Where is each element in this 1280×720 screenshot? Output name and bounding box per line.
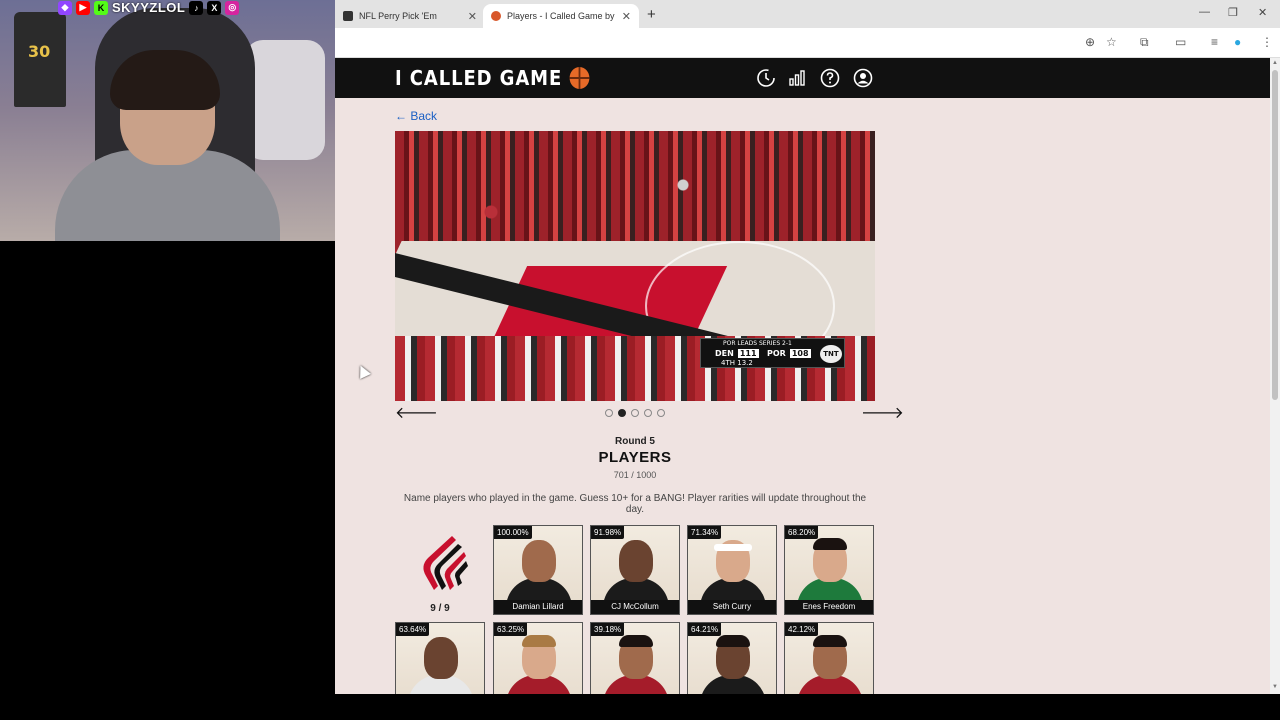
tab-strip: NFL Perry Pick 'Em ✕ Players - I Called … <box>335 0 1280 28</box>
game-clock: 4TH 13.2 <box>721 359 753 367</box>
player-name: CJ McCollum <box>591 600 679 614</box>
player-card[interactable]: 68.20% Enes Freedom <box>784 525 874 615</box>
series-status: POR LEADS SERIES 2-1 <box>723 340 792 347</box>
carousel-dots <box>605 409 665 417</box>
restore-icon[interactable]: ❐ <box>1228 6 1238 19</box>
stats-icon[interactable] <box>787 68 807 88</box>
tiktok-icon: ♪ <box>189 0 204 15</box>
prev-arrow-icon[interactable]: 🡐 <box>395 402 438 423</box>
menu-icon[interactable]: ⋮ <box>1261 35 1273 49</box>
next-arrow-icon[interactable]: 🡒 <box>861 402 904 423</box>
player-card[interactable]: 71.34% Seth Curry <box>687 525 777 615</box>
carousel-dot[interactable] <box>644 409 652 417</box>
kick-icon: K <box>94 0 108 15</box>
rarity-badge: 71.34% <box>688 526 722 539</box>
rarity-badge: 63.25% <box>494 623 528 636</box>
rarity-badge: 91.98% <box>591 526 625 539</box>
player-name: Enes Freedom <box>785 600 873 614</box>
social-bar: ◆ ▶ K SKYYZLOL ♪ X ◎ <box>58 0 240 15</box>
logo-text: I CALLED GAME <box>395 66 563 90</box>
page-scrollbar[interactable]: ▲ ▼ <box>1270 58 1280 694</box>
toolbar: ⊕ ☆ ⧉ ▭ ≡ ● ⋮ <box>335 28 1280 58</box>
close-window-icon[interactable]: ✕ <box>1258 6 1267 19</box>
nfl-favicon-icon <box>343 11 353 21</box>
jersey-frame: 30 <box>14 12 66 107</box>
rarity-badge: 68.20% <box>785 526 819 539</box>
scrollbar-thumb[interactable] <box>1272 70 1278 400</box>
rarity-badge: 100.00% <box>494 526 532 539</box>
period: 4TH <box>721 359 735 367</box>
scroll-down-icon[interactable]: ▼ <box>1272 684 1278 690</box>
basketball-favicon-icon <box>491 11 501 21</box>
player-card[interactable]: 63.64% <box>395 622 485 694</box>
media-icon[interactable]: ≡ <box>1211 35 1218 49</box>
basketball-icon <box>569 67 590 89</box>
tab-title: NFL Perry Pick 'Em <box>359 11 437 21</box>
game-highlight-image: POR LEADS SERIES 2-1 DEN 111 POR 108 4TH… <box>395 131 875 401</box>
instagram-icon: ◎ <box>225 0 240 15</box>
zoom-icon[interactable]: ⊕ <box>1085 35 1095 49</box>
player-name: Seth Curry <box>688 600 776 614</box>
site-logo[interactable]: I CALLED GAME <box>395 66 590 90</box>
profile-icon[interactable]: ● <box>1234 35 1241 49</box>
page: I CALLED GAME ← Back POR LEADS SERIES 2-… <box>335 58 1270 694</box>
away-team: DEN <box>715 349 734 358</box>
tab-title: Players - I Called Game by Hoo <box>507 11 616 21</box>
bookmark-star-icon[interactable]: ☆ <box>1106 35 1117 49</box>
clock: 13.2 <box>737 359 753 367</box>
home-score: 108 <box>789 349 811 358</box>
rarity-badge: 42.12% <box>785 623 819 636</box>
help-icon[interactable] <box>820 68 840 88</box>
carousel-dot[interactable] <box>605 409 613 417</box>
close-tab-icon[interactable]: ✕ <box>468 10 477 23</box>
category-title: PLAYERS <box>598 449 672 466</box>
away-score: 111 <box>737 349 759 358</box>
player-name: Damian Lillard <box>494 600 582 614</box>
rarity-badge: 63.64% <box>396 623 430 636</box>
rarity-badge: 39.18% <box>591 623 625 636</box>
minimize-icon[interactable]: — <box>1199 6 1210 18</box>
tab-nfl-pick-em[interactable]: NFL Perry Pick 'Em ✕ <box>335 4 485 28</box>
account-icon[interactable] <box>853 68 873 88</box>
carousel-dot[interactable] <box>618 409 626 417</box>
bottom-bar <box>0 694 1280 720</box>
history-icon[interactable] <box>756 68 776 88</box>
player-card[interactable]: 91.98% CJ McCollum <box>590 525 680 615</box>
player-card[interactable]: 63.25% <box>493 622 583 694</box>
streamer-handle: SKYYZLOL <box>112 0 186 15</box>
trail-blazers-logo-icon <box>423 536 468 590</box>
player-card[interactable]: 39.18% <box>590 622 680 694</box>
score-readout: 701 / 1000 <box>613 470 657 480</box>
scorebug: POR LEADS SERIES 2-1 DEN 111 POR 108 4TH… <box>700 338 845 368</box>
new-tab-button[interactable]: + <box>647 6 656 23</box>
rarity-badge: 64.21% <box>688 623 722 636</box>
site-header: I CALLED GAME <box>335 58 1270 98</box>
x-icon: X <box>207 0 222 15</box>
player-card[interactable]: 64.21% <box>687 622 777 694</box>
close-tab-icon[interactable]: ✕ <box>622 10 631 23</box>
team-count: 9 / 9 <box>430 603 450 614</box>
scroll-up-icon[interactable]: ▲ <box>1272 60 1278 66</box>
extensions-icon[interactable]: ⧉ <box>1140 35 1149 50</box>
round-label: Round 5 <box>615 436 655 447</box>
cast-icon[interactable]: ▭ <box>1175 35 1186 49</box>
carousel-dot[interactable] <box>657 409 665 417</box>
home-team: POR <box>767 349 786 358</box>
instructions: Name players who played in the game. Gue… <box>403 493 867 515</box>
youtube-icon: ▶ <box>76 0 90 15</box>
webcam-overlay: 30 <box>0 0 335 241</box>
network-logo: TNT <box>820 345 842 363</box>
back-link[interactable]: ← Back <box>395 109 437 123</box>
twitch-icon: ◆ <box>58 0 72 15</box>
carousel-dot[interactable] <box>631 409 639 417</box>
tab-players[interactable]: Players - I Called Game by Hoo ✕ <box>483 4 639 28</box>
player-card[interactable]: 100.00% Damian Lillard <box>493 525 583 615</box>
player-card[interactable]: 42.12% <box>784 622 874 694</box>
